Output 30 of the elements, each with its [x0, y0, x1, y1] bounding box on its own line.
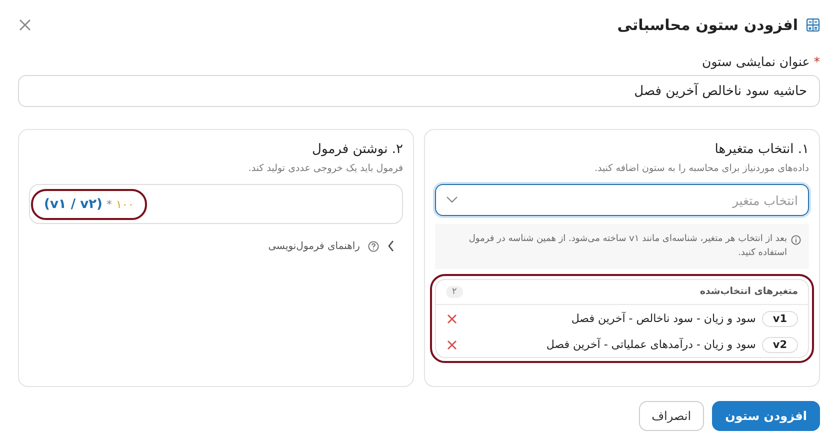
section-description: داده‌های موردنیاز برای محاسبه را به ستون اضافه کنید. [593, 163, 809, 174]
section-heading: ۱. انتخاب متغیرها [714, 142, 809, 157]
info-icon [791, 235, 801, 245]
column-title-field[interactable]: حاشیه سود ناخالص آخرین فصل [18, 75, 820, 107]
variable-id-tag: v1 [762, 310, 798, 327]
variable-name: سود و زیان - درآمدهای عملیاتی - آخرین فصل [546, 338, 756, 352]
formula-token: ۱۰۰ [116, 198, 134, 210]
formula-token: (v۱ / v۲) [44, 196, 102, 212]
calculator-icon [806, 18, 820, 32]
remove-button[interactable] [446, 312, 458, 325]
dialog-title: افزودن ستون محاسباتی [617, 16, 798, 34]
section-heading: ۲. نوشتن فرمول [311, 142, 403, 157]
formula-token: * [106, 198, 112, 210]
cancel-button[interactable]: انصراف [638, 401, 704, 431]
count-badge: ۲ [446, 286, 463, 298]
section-description: فرمول باید یک خروجی عددی تولید کند. [247, 163, 403, 174]
panel-title: متغیرهای انتخاب‌شده [700, 286, 798, 298]
variable-name: سود و زیان - سود ناخالص - آخرین فصل [571, 312, 756, 326]
chevron-down-icon [446, 196, 458, 204]
close-button[interactable] [18, 18, 32, 32]
required-mark: * [814, 54, 820, 69]
field-label: عنوان نمایشی ستون [702, 54, 810, 69]
help-icon [368, 240, 379, 252]
variable-id-tag: v2 [762, 336, 798, 353]
remove-button[interactable] [446, 338, 458, 351]
formula-help-toggle[interactable]: راهنمای فرمول‌نویسی [260, 240, 403, 252]
add-column-button[interactable]: افزودن ستون [712, 401, 820, 431]
info-text: بعد از انتخاب هر متغیر، شناسه‌ای مانند v۱ ساخته می‌شود. از همین شناسه در فرمول استفاده کنید. [468, 233, 787, 260]
chevron-left-icon [387, 240, 395, 252]
formula-field[interactable]: (v۱ / v۲) * ۱۰۰ [29, 184, 403, 224]
